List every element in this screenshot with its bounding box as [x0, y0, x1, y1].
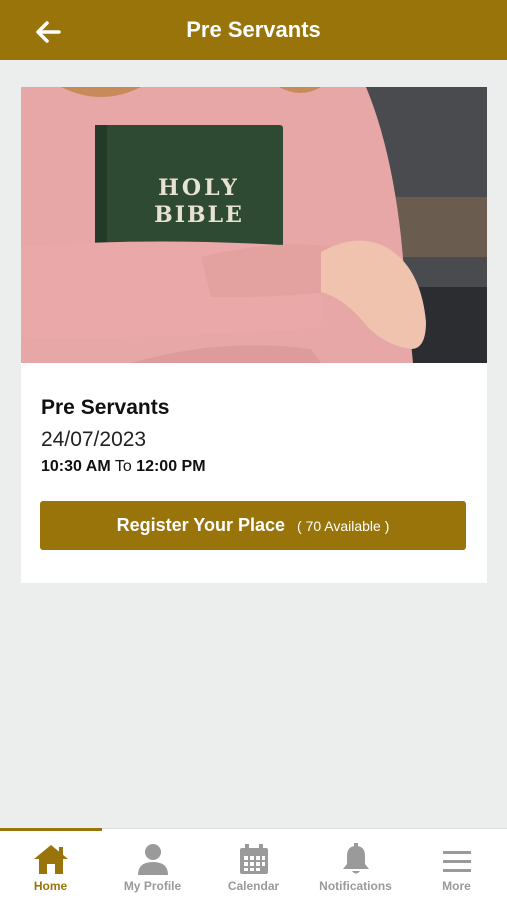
tab-label-my-profile: My Profile [123, 879, 182, 893]
bell-icon [342, 843, 369, 874]
time-separator: To [114, 458, 132, 475]
end-time: 12:00 PM [136, 458, 206, 475]
tab-calendar[interactable]: Calendar [203, 829, 304, 900]
menu-icon [442, 851, 471, 872]
tab-label-home: Home [33, 879, 68, 893]
image-text-bible: BIBLE [154, 202, 244, 228]
calendar-icon [239, 844, 268, 874]
event-date: 24/07/2023 [41, 428, 147, 451]
tab-more[interactable]: More [406, 829, 507, 900]
event-time: 10:30 AM To 12:00 PM [41, 458, 206, 476]
tab-label-notifications: Notifications [319, 879, 392, 893]
user-icon [137, 844, 168, 875]
tab-label-calendar: Calendar [227, 879, 280, 893]
tab-my-profile[interactable]: My Profile [102, 829, 203, 900]
event-title: Pre Servants [41, 396, 170, 419]
page-title: Pre Servants [186, 17, 321, 42]
tab-home[interactable]: Home [0, 829, 101, 900]
event-image: HOLY BIBLE [21, 87, 487, 363]
home-icon [33, 845, 68, 874]
register-button[interactable]: Register Your Place ( 70 Available ) [40, 501, 466, 550]
event-card: HOLY BIBLE Pre Servants 24/07/2023 10:30… [21, 87, 487, 583]
tab-notifications[interactable]: Notifications [305, 829, 406, 900]
tab-label-more: More [442, 879, 471, 893]
start-time: 10:30 AM [41, 458, 111, 475]
app-bar: Pre Servants [0, 0, 507, 60]
register-label: Register Your Place [116, 515, 286, 535]
image-text-holy: HOLY [158, 175, 240, 201]
available-count: ( 70 Available ) [297, 517, 390, 534]
bottom-tab-bar: Home My Profile Calendar Notifications M… [0, 828, 507, 900]
